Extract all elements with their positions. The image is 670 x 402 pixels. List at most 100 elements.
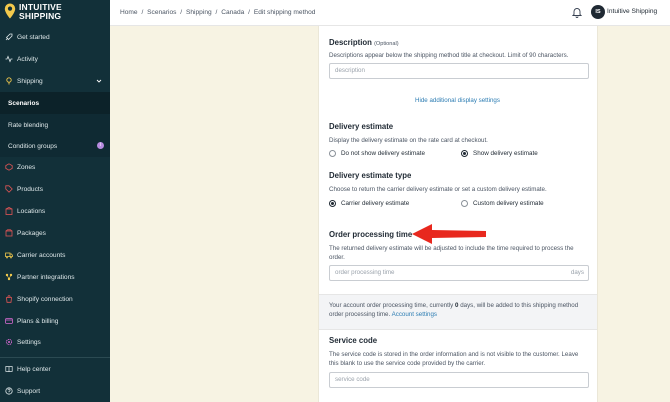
breadcrumb-shipping[interactable]: Shipping (186, 9, 212, 16)
delivery-estimate-title: Delivery estimate (329, 122, 394, 131)
sidebar-item-activity[interactable]: Activity (0, 49, 110, 69)
sidebar-item-label: Shopify connection (17, 295, 73, 303)
sidebar-item-label: Settings (17, 338, 41, 346)
rocket-icon (5, 33, 13, 41)
radio-custom-estimate[interactable]: Custom delivery estimate (461, 200, 544, 207)
service-code-help-line2: this blank to use the service code provi… (329, 360, 486, 367)
radio-circle[interactable] (461, 200, 468, 207)
sidebar-item-label: Plans & billing (17, 317, 59, 325)
sidebar-item-plans-billing[interactable]: Plans & billing (0, 311, 110, 331)
sidebar-subitem-label: Condition groups (8, 142, 58, 150)
sidebar-item-packages[interactable]: Packages (0, 223, 110, 243)
sidebar-item-label: Get started (17, 33, 50, 41)
days-suffix: days (570, 269, 584, 276)
breadcrumb-home[interactable]: Home (120, 9, 138, 16)
sidebar-subitem-condition-groups[interactable]: Condition groups i (0, 135, 110, 157)
sidebar-item-settings[interactable]: Settings (0, 332, 110, 352)
description-heading: Description (Optional) (329, 38, 399, 47)
sidebar-item-label: Carrier accounts (17, 251, 66, 259)
sidebar-item-label: Zones (17, 163, 36, 171)
tag-icon (5, 185, 13, 193)
truck-icon (5, 252, 13, 259)
top-bar: Home / Scenarios / Shipping / Canada / E… (110, 0, 670, 26)
order-processing-help: The returned delivery estimate will be a… (329, 244, 574, 262)
sidebar-item-label: Partner integrations (17, 273, 75, 281)
sidebar-subitem-scenarios[interactable]: Scenarios (0, 92, 110, 114)
account-settings-link[interactable]: Account settings (392, 311, 437, 318)
sidebar-divider (0, 357, 110, 358)
integration-icon (5, 273, 13, 281)
service-code-title: Service code (329, 336, 378, 345)
sidebar-item-label: Packages (17, 229, 46, 237)
sidebar-item-label: Shipping (17, 77, 43, 85)
account-name[interactable]: Intuitive Shipping (607, 8, 657, 15)
order-processing-placeholder: order processing time (335, 269, 395, 276)
gear-icon (5, 338, 13, 346)
order-processing-title: Order processing time (329, 230, 413, 239)
sidebar-item-label: Locations (17, 207, 46, 215)
shopify-icon (6, 295, 12, 303)
delivery-estimate-type-title: Delivery estimate type (329, 171, 412, 180)
radio-circle[interactable] (329, 150, 336, 157)
order-processing-input[interactable]: order processing time days (329, 265, 589, 281)
sidebar-subitem-label: Scenarios (8, 99, 40, 107)
zones-icon (5, 163, 13, 171)
radio-show-estimate[interactable]: Show delivery estimate (461, 150, 538, 157)
sidebar-item-get-started[interactable]: Get started (0, 27, 110, 47)
delivery-estimate-help: Display the delivery estimate on the rat… (329, 137, 488, 144)
location-pin-icon (4, 3, 16, 19)
breadcrumb-separator: / (180, 9, 183, 16)
breadcrumb-separator: / (248, 9, 250, 16)
description-help: Descriptions appear below the shipping m… (329, 52, 569, 59)
brand-line2: SHIPPING (19, 10, 62, 21)
radio-circle-selected[interactable] (461, 150, 468, 157)
order-processing-help-line2: order. (329, 254, 345, 261)
description-title: Description (329, 38, 372, 47)
sidebar-item-locations[interactable]: Locations (0, 201, 110, 221)
optional-label: (Optional) (374, 41, 399, 47)
red-arrow-annotation (412, 224, 486, 244)
sidebar-item-zones[interactable]: Zones (0, 157, 110, 177)
bell-icon[interactable] (572, 7, 582, 18)
sidebar-item-label: Help center (17, 365, 51, 373)
sidebar-subitem-label: Rate blending (8, 121, 49, 129)
description-input[interactable]: description (329, 63, 589, 79)
radio-circle-selected[interactable] (329, 200, 336, 207)
breadcrumb-canada[interactable]: Canada (221, 9, 244, 16)
radio-do-not-show-estimate[interactable]: Do not show delivery estimate (329, 150, 425, 157)
sidebar-item-support[interactable]: Support (0, 381, 110, 401)
chevron-down-icon (96, 79, 102, 83)
info-badge-icon: i (97, 142, 104, 149)
building-icon (5, 207, 13, 215)
sidebar-item-partner-integrations[interactable]: Partner integrations (0, 267, 110, 287)
help-icon (5, 387, 13, 395)
card-icon (5, 318, 13, 324)
note-value: 0 (455, 302, 459, 309)
radio-label: Do not show delivery estimate (341, 150, 425, 157)
activity-icon (5, 55, 13, 63)
sidebar: INTUITIVE SHIPPING Get started Activity … (0, 0, 110, 402)
shipping-icon (6, 77, 12, 85)
sidebar-item-products[interactable]: Products (0, 179, 110, 199)
breadcrumb-separator: / (141, 9, 144, 16)
breadcrumb-current: Edit shipping method (253, 9, 316, 16)
account-processing-note: Your account order processing time, curr… (319, 294, 597, 330)
sidebar-item-shipping[interactable]: Shipping (0, 71, 110, 91)
avatar[interactable]: IS (591, 5, 605, 19)
sidebar-item-label: Support (17, 387, 41, 395)
service-code-help-line1: The service code is stored in the order … (329, 351, 579, 358)
shipping-method-form: Description (Optional) Descriptions appe… (318, 26, 598, 402)
sidebar-subitem-rate-blending[interactable]: Rate blending (0, 114, 110, 136)
logo[interactable]: INTUITIVE SHIPPING (4, 3, 108, 23)
hide-display-settings-link[interactable]: Hide additional display settings (415, 97, 500, 104)
sidebar-item-label: Products (17, 185, 44, 193)
radio-label: Custom delivery estimate (473, 200, 544, 207)
sidebar-item-carrier-accounts[interactable]: Carrier accounts (0, 245, 110, 265)
sidebar-item-shopify-connection[interactable]: Shopify connection (0, 289, 110, 309)
sidebar-item-help-center[interactable]: Help center (0, 359, 110, 379)
service-code-input[interactable]: service code (329, 372, 589, 388)
note-text: Your account order processing time, curr… (329, 302, 454, 309)
radio-label: Carrier delivery estimate (341, 200, 410, 207)
breadcrumb-scenarios[interactable]: Scenarios (147, 9, 176, 16)
radio-carrier-estimate[interactable]: Carrier delivery estimate (329, 200, 409, 207)
